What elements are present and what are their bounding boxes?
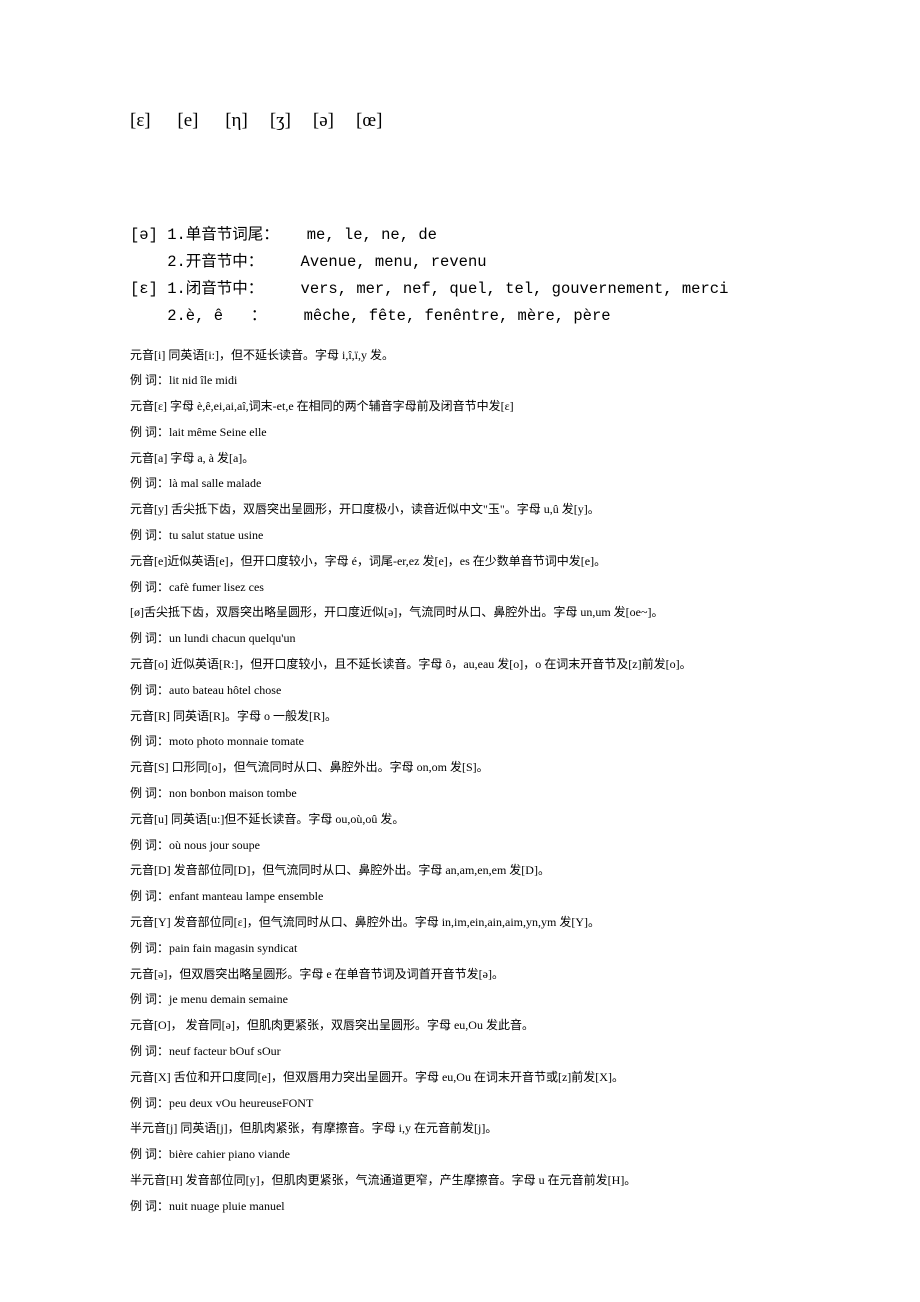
note-line: 元音[S] 口形同[o]，但气流同时从口、鼻腔外出。字母 on,om 发[S]。 — [130, 755, 790, 781]
note-line: 例 词：non bonbon maison tombe — [130, 781, 790, 807]
rule-line: 2.è, ê ： mêche, fête, fenêntre, mère, pè… — [130, 303, 790, 330]
note-line: 元音[Y] 发音部位同[ε]，但气流同时从口、鼻腔外出。字母 in,im,ein… — [130, 910, 790, 936]
note-line: 例 词：là mal salle malade — [130, 471, 790, 497]
rule-line: [ə] 1.单音节词尾： me, le, ne, de — [130, 222, 790, 249]
note-line: 例 词：tu salut statue usine — [130, 523, 790, 549]
phonetic-1: [ε] — [130, 110, 151, 131]
note-line: 例 词：cafè fumer lisez ces — [130, 575, 790, 601]
phonetic-5: [ə] — [313, 110, 334, 131]
note-line: 元音[y] 舌尖抵下齿，双唇突出呈圆形，开口度极小，读音近似中文"玉"。字母 u… — [130, 497, 790, 523]
rule-line: [ε] 1.闭音节中： vers, mer, nef, quel, tel, g… — [130, 276, 790, 303]
note-line: 例 词：bière cahier piano viande — [130, 1142, 790, 1168]
note-line: 元音[a] 字母 a, à 发[a]。 — [130, 446, 790, 472]
note-line: [ø]舌尖抵下齿，双唇突出略呈圆形，开口度近似[ə]，气流同时从口、鼻腔外出。字… — [130, 600, 790, 626]
note-line: 元音[ə]，但双唇突出略呈圆形。字母 e 在单音节词及词首开音节发[ə]。 — [130, 962, 790, 988]
note-line: 元音[R] 同英语[R]。字母 o 一般发[R]。 — [130, 704, 790, 730]
document-page: [ε] [e] [η] [ʒ] [ə] [œ] [ə] 1.单音节词尾： me, le… — [0, 0, 920, 1300]
note-line: 元音[o] 近似英语[R:]，但开口度较小，且不延长读音。字母 ô，au,eau… — [130, 652, 790, 678]
note-line: 例 词：lait même Seine elle — [130, 420, 790, 446]
phonetic-3: [η] — [225, 110, 248, 131]
note-line: 元音[D] 发音部位同[D]，但气流同时从口、鼻腔外出。字母 an,am,en,… — [130, 858, 790, 884]
note-line: 例 词：moto photo monnaie tomate — [130, 729, 790, 755]
phonetic-symbols-header: [ε] [e] [η] [ʒ] [ə] [œ] — [130, 110, 790, 132]
note-line: 例 词：enfant manteau lampe ensemble — [130, 884, 790, 910]
note-line: 元音[i] 同英语[i:]，但不延长读音。字母 i,î,ï,y 发。 — [130, 343, 790, 369]
note-line: 例 词：je menu demain semaine — [130, 987, 790, 1013]
note-line: 例 词：lit nid île midi — [130, 368, 790, 394]
note-line: 例 词：un lundi chacun quelqu'un — [130, 626, 790, 652]
note-line: 例 词：peu deux vOu heureuseFONT — [130, 1091, 790, 1117]
phonetic-4: [ʒ] — [270, 110, 291, 131]
note-line: 元音[X] 舌位和开口度同[e]，但双唇用力突出呈圆开。字母 eu,Ou 在词末… — [130, 1065, 790, 1091]
note-line: 元音[u] 同英语[u:]但不延长读音。字母 ou,où,oû 发。 — [130, 807, 790, 833]
note-line: 例 词：pain fain magasin syndicat — [130, 936, 790, 962]
note-line: 元音[ε] 字母 è,ê,ei,ai,aî,词末-et,e 在相同的两个辅音字母… — [130, 394, 790, 420]
pronunciation-rules: [ə] 1.单音节词尾： me, le, ne, de 2.开音节中： Aven… — [130, 222, 790, 331]
note-line: 半元音[H] 发音部位同[y]，但肌肉更紧张，气流通道更窄，产生摩擦音。字母 u… — [130, 1168, 790, 1194]
note-line: 例 词：où nous jour soupe — [130, 833, 790, 859]
note-line: 例 词：nuit nuage pluie manuel — [130, 1194, 790, 1220]
phonetic-2: [e] — [177, 110, 198, 131]
phonetic-6: [œ] — [356, 110, 382, 131]
note-line: 例 词：auto bateau hôtel chose — [130, 678, 790, 704]
rule-line: 2.开音节中： Avenue, menu, revenu — [130, 249, 790, 276]
phonetic-notes: 元音[i] 同英语[i:]，但不延长读音。字母 i,î,ï,y 发。 例 词：l… — [130, 343, 790, 1220]
note-line: 元音[O]， 发音同[ə]，但肌肉更紧张，双唇突出呈圆形。字母 eu,Ou 发此… — [130, 1013, 790, 1039]
note-line: 例 词：neuf facteur bOuf sOur — [130, 1039, 790, 1065]
note-line: 半元音[j] 同英语[j]，但肌肉紧张，有摩擦音。字母 i,y 在元音前发[j]… — [130, 1116, 790, 1142]
note-line: 元音[e]近似英语[e]，但开口度较小，字母 é，词尾-er,ez 发[e]，e… — [130, 549, 790, 575]
